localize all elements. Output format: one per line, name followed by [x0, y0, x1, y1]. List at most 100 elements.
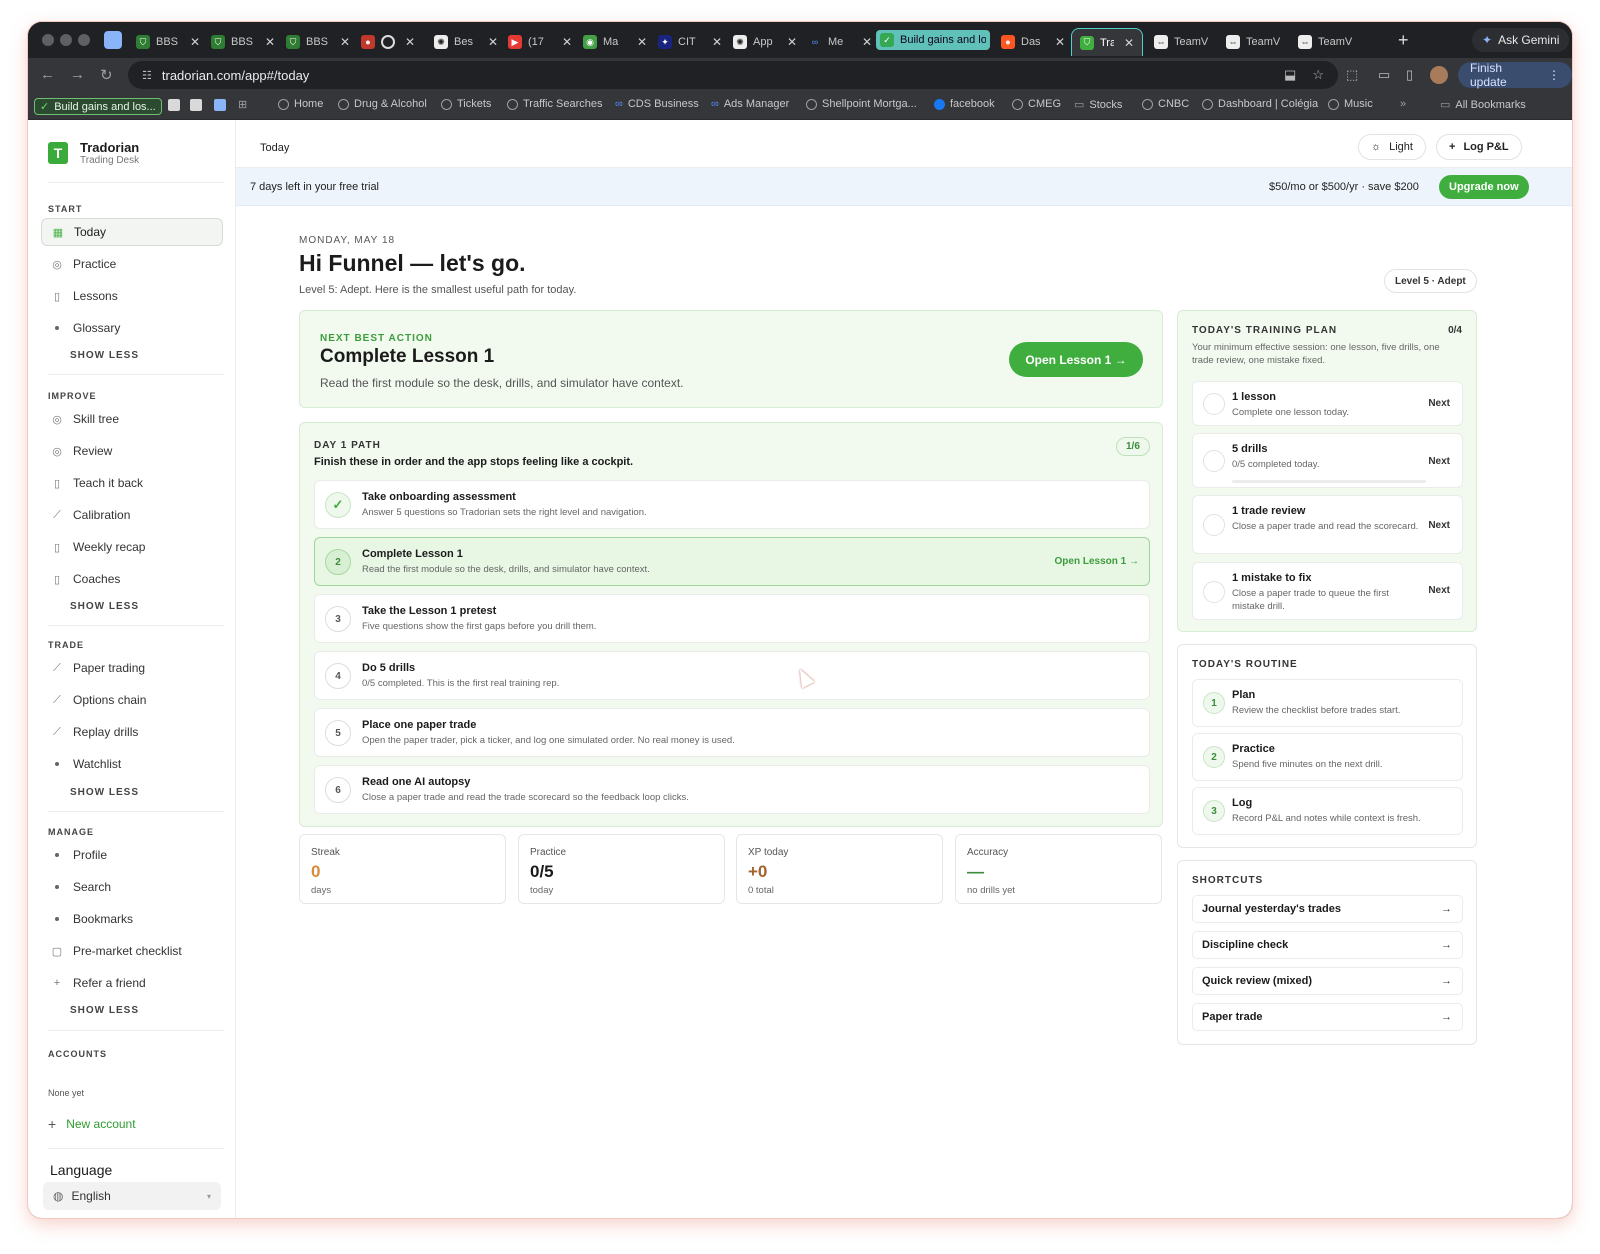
- sidebar-item-search[interactable]: Search: [41, 873, 223, 901]
- bookmark-dashboard[interactable]: Dashboard | Colégia: [1202, 98, 1318, 110]
- bookmark-group[interactable]: ✓ Build gains and los...: [34, 98, 162, 115]
- all-bookmarks[interactable]: ▭ All Bookmarks: [1440, 98, 1526, 112]
- install-app-icon[interactable]: ⬓: [1284, 67, 1296, 83]
- plan-item[interactable]: 1 mistake to fix Close a paper trade to …: [1192, 562, 1463, 620]
- sidebar-item-paper-trading[interactable]: ⟋ Paper trading: [41, 654, 223, 682]
- minimize-window-button[interactable]: [60, 34, 72, 46]
- bookmark-drug-alcohol[interactable]: Drug & Alcohol: [338, 98, 427, 110]
- reload-icon[interactable]: ↻: [100, 66, 113, 84]
- sidebar-item-options-chain[interactable]: ⟋ Options chain: [41, 686, 223, 714]
- new-tab-button[interactable]: +: [1398, 30, 1409, 51]
- path-step[interactable]: 3 Take the Lesson 1 pretest Five questio…: [314, 594, 1150, 643]
- upgrade-now-button[interactable]: Upgrade now: [1439, 175, 1529, 199]
- sidebar-item-skill-tree[interactable]: ◎ Skill tree: [41, 405, 223, 433]
- sidebar-item-bookmarks[interactable]: Bookmarks: [41, 905, 223, 933]
- split-view-icon[interactable]: ▭: [1378, 67, 1390, 83]
- show-less-improve[interactable]: SHOW LESS: [70, 601, 139, 612]
- show-less-start[interactable]: SHOW LESS: [70, 350, 139, 361]
- bookmark-cds-business[interactable]: ∞ CDS Business: [615, 98, 699, 110]
- sidebar-item-pre-market-checklist[interactable]: ▢ Pre-market checklist: [41, 937, 223, 965]
- routine-item[interactable]: 2 Practice Spend five minutes on the next …: [1192, 733, 1463, 781]
- plan-item[interactable]: 1 lesson Complete one lesson today. Next: [1192, 381, 1463, 426]
- brand[interactable]: T Tradorian Trading Desk: [48, 140, 139, 166]
- close-tab-icon[interactable]: ✕: [340, 35, 350, 49]
- routine-item[interactable]: 3 Log Record P&L and notes while context i…: [1192, 787, 1463, 835]
- browser-tab[interactable]: ∞ Me ✕: [800, 28, 880, 56]
- sidebar-item-calibration[interactable]: ⟋ Calibration: [41, 501, 223, 529]
- site-settings-icon[interactable]: ☷: [142, 69, 152, 82]
- sidebar-item-profile[interactable]: Profile: [41, 841, 223, 869]
- browser-tab[interactable]: ◉ Ma ✕: [575, 28, 655, 56]
- shortcut-link[interactable]: Paper trade →: [1192, 1003, 1463, 1031]
- extensions-icon[interactable]: ⬚: [1346, 67, 1358, 83]
- browser-tab[interactable]: ▶ (17 ✕: [500, 28, 580, 56]
- show-less-manage[interactable]: SHOW LESS: [70, 1005, 139, 1016]
- close-tab-icon[interactable]: ✕: [712, 35, 722, 49]
- log-pnl-button[interactable]: + Log P&L: [1436, 134, 1522, 160]
- back-icon[interactable]: ←: [40, 66, 55, 83]
- more-bookmarks-icon[interactable]: »: [1400, 98, 1406, 110]
- finish-update-button[interactable]: Finish update ⋮: [1458, 61, 1572, 89]
- close-tab-icon[interactable]: ✕: [265, 35, 275, 49]
- close-tab-icon[interactable]: ✕: [562, 35, 572, 49]
- bookmark-music[interactable]: Music: [1328, 98, 1373, 110]
- browser-tab[interactable]: ⇔ TeamVi: [1146, 28, 1216, 56]
- browser-tab[interactable]: ⛉ BBS ✕: [203, 28, 283, 56]
- address-bar[interactable]: ☷ tradorian.com/app#/today ⬓ ☆: [128, 61, 1338, 89]
- profile-avatar[interactable]: [1430, 66, 1448, 84]
- bookmark-shellpoint[interactable]: Shellpoint Mortga...: [806, 98, 917, 110]
- browser-tab[interactable]: ✺ App ✕: [725, 28, 805, 56]
- bookmark-icon[interactable]: [168, 99, 180, 111]
- sidebar-item-glossary[interactable]: Glossary: [41, 314, 223, 342]
- bookmark-tickets[interactable]: Tickets: [441, 98, 491, 110]
- sidebar-item-watchlist[interactable]: Watchlist: [41, 750, 223, 778]
- bookmark-icon[interactable]: [214, 99, 226, 111]
- bookmark-icon[interactable]: [190, 99, 202, 111]
- browser-tab-active[interactable]: ⛉Tra✕: [1071, 28, 1143, 56]
- apps-grid-icon[interactable]: ⊞: [238, 98, 247, 111]
- kebab-menu-icon[interactable]: ⋮: [1548, 68, 1560, 82]
- sidebar-item-lessons[interactable]: ▯ Lessons: [41, 282, 223, 310]
- path-step-current[interactable]: 2 Complete Lesson 1 Read the first modul…: [314, 537, 1150, 586]
- sidebar-item-today[interactable]: ▦ Today: [41, 218, 223, 246]
- close-tab-icon[interactable]: ✕: [1055, 35, 1065, 49]
- plan-item[interactable]: 5 drills 0/5 completed today. Next: [1192, 433, 1463, 488]
- bookmark-cmeg[interactable]: CMEG: [1012, 98, 1061, 110]
- show-less-trade[interactable]: SHOW LESS: [70, 787, 139, 798]
- shortcut-link[interactable]: Journal yesterday's trades →: [1192, 895, 1463, 923]
- close-tab-icon[interactable]: ✕: [1124, 36, 1134, 50]
- path-step[interactable]: 4 Do 5 drills 0/5 completed. This is the…: [314, 651, 1150, 700]
- bookmark-home[interactable]: Home: [278, 98, 323, 110]
- language-select[interactable]: ◍ English ▾: [43, 1182, 221, 1210]
- bookmark-star-icon[interactable]: ☆: [1312, 67, 1324, 83]
- close-tab-icon[interactable]: ✕: [488, 35, 498, 49]
- routine-item[interactable]: 1 Plan Review the checklist before trades …: [1192, 679, 1463, 727]
- browser-tab[interactable]: ✦ CIT ✕: [650, 28, 730, 56]
- sidebar-item-refer-a-friend[interactable]: + Refer a friend: [41, 969, 223, 997]
- path-step[interactable]: 6 Read one AI autopsy Close a paper trad…: [314, 765, 1150, 814]
- browser-tab-group[interactable]: ✓ Build gains and lo: [876, 30, 990, 50]
- sidebar-item-replay-drills[interactable]: ⟋ Replay drills: [41, 718, 223, 746]
- open-lesson-link[interactable]: Open Lesson 1 →: [1055, 556, 1139, 567]
- browser-tab[interactable]: ⇔ TeamVi: [1290, 28, 1360, 56]
- sidebar-item-practice[interactable]: ◎ Practice: [41, 250, 223, 278]
- plan-item[interactable]: 1 trade review Close a paper trade and r…: [1192, 495, 1463, 554]
- bookmark-cnbc[interactable]: CNBC: [1142, 98, 1189, 110]
- new-account-button[interactable]: + New account: [48, 1116, 136, 1132]
- close-window-button[interactable]: [42, 34, 54, 46]
- close-tab-icon[interactable]: ✕: [787, 35, 797, 49]
- bookmark-facebook[interactable]: facebook: [934, 98, 995, 110]
- forward-icon[interactable]: →: [70, 66, 85, 83]
- browser-tab[interactable]: ✺ Bes ✕: [426, 28, 506, 56]
- sidebar-item-teach-it-back[interactable]: ▯ Teach it back: [41, 469, 223, 497]
- zoom-window-button[interactable]: [78, 34, 90, 46]
- side-panel-icon[interactable]: ▯: [1406, 67, 1413, 83]
- path-step[interactable]: ✓ Take onboarding assessment Answer 5 qu…: [314, 480, 1150, 529]
- sidebar-item-weekly-recap[interactable]: ▯ Weekly recap: [41, 533, 223, 561]
- ask-gemini-button[interactable]: ✦ Ask Gemini: [1472, 28, 1570, 52]
- close-tab-icon[interactable]: ✕: [862, 35, 872, 49]
- close-tab-icon[interactable]: ✕: [190, 35, 200, 49]
- close-tab-icon[interactable]: ✕: [405, 35, 415, 49]
- bookmark-stocks[interactable]: ▭ Stocks: [1074, 98, 1122, 112]
- close-tab-icon[interactable]: ✕: [637, 35, 647, 49]
